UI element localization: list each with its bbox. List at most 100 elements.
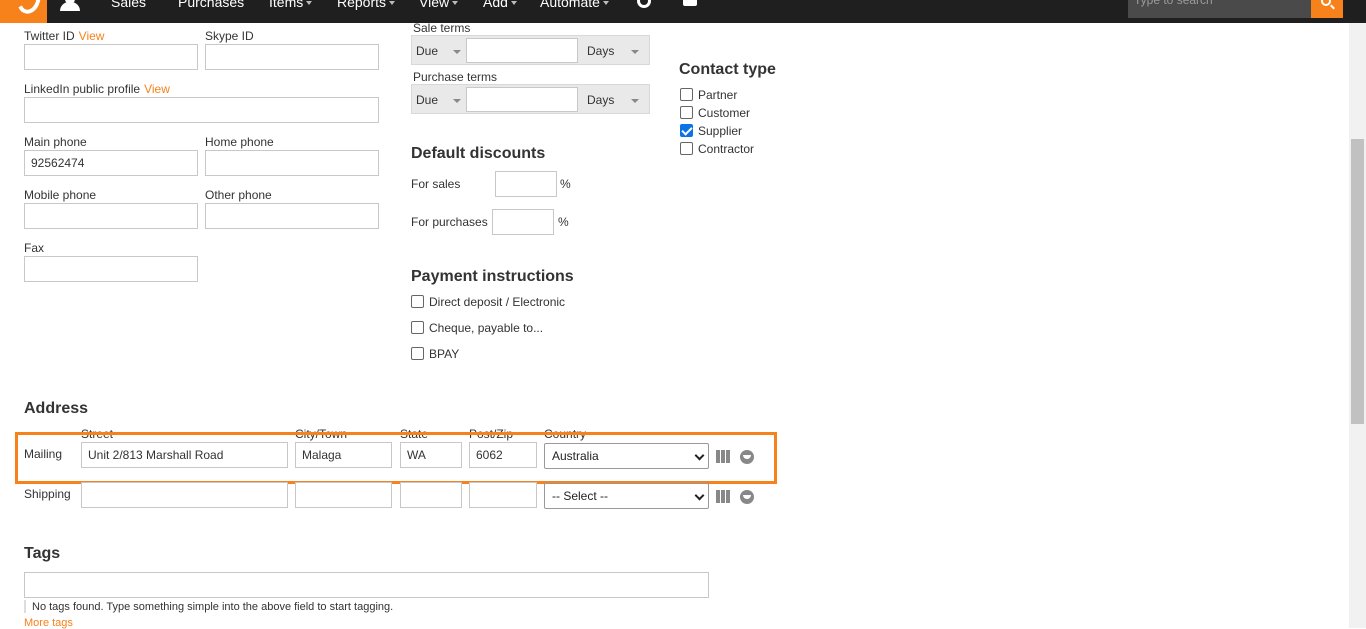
other-phone-label: Other phone <box>205 188 272 202</box>
tags-hint-bar <box>24 600 26 613</box>
linkedin-field[interactable] <box>24 97 379 123</box>
purchase-terms-days-input[interactable] <box>466 87 578 112</box>
customer-label: Customer <box>698 106 751 120</box>
percent-label: % <box>560 177 571 191</box>
bpay-label: BPAY <box>429 347 460 361</box>
shipping-country-value: -- Select -- <box>552 489 609 503</box>
mailing-street-field[interactable]: Unit 2/813 Marshall Road <box>81 442 288 468</box>
sale-terms-days-select[interactable]: Days <box>583 39 649 63</box>
map-icon[interactable] <box>716 450 730 463</box>
nav-sales-label: Sales <box>111 0 147 10</box>
fax-field[interactable] <box>24 256 198 282</box>
twitter-label-text: Twitter ID <box>24 29 75 43</box>
nav-sales[interactable]: Sales <box>111 0 146 10</box>
address-heading: Address <box>24 400 89 417</box>
main-phone-field[interactable]: 92562474 <box>24 150 198 176</box>
mailing-country-select[interactable]: Australia <box>544 443 709 469</box>
mailing-city-field[interactable]: Malaga <box>295 442 392 468</box>
cheque-label: Cheque, payable to... <box>429 321 544 335</box>
nav-reports[interactable]: Reports <box>337 0 396 10</box>
sale-terms-days-input[interactable] <box>466 38 578 63</box>
bell-icon[interactable] <box>683 0 697 6</box>
shipping-street-field[interactable] <box>81 482 288 508</box>
purchases-discount-field[interactable] <box>492 209 554 235</box>
chevron-down-icon <box>306 1 313 6</box>
chevron-down-icon <box>452 1 459 6</box>
app-logo[interactable] <box>0 0 47 23</box>
twitter-id-field[interactable] <box>24 44 198 70</box>
supplier-label: Supplier <box>698 124 743 138</box>
skype-id-field[interactable] <box>205 44 379 70</box>
tags-input[interactable] <box>24 572 709 598</box>
mailing-country-value: Australia <box>552 449 599 463</box>
direct-deposit-label: Direct deposit / Electronic <box>429 295 566 309</box>
sale-terms-days-value: Days <box>587 44 615 58</box>
other-phone-field[interactable] <box>205 203 379 229</box>
tags-heading: Tags <box>24 545 61 562</box>
top-nav-bar: Sales Purchases Items Reports View Add A… <box>0 0 1366 23</box>
shipping-state-field[interactable] <box>400 482 462 508</box>
direct-deposit-checkbox[interactable] <box>411 295 424 308</box>
bpay-checkbox[interactable] <box>411 347 424 360</box>
mailing-post-field[interactable]: 6062 <box>469 442 537 468</box>
copy-address-icon[interactable] <box>740 450 754 464</box>
chevron-down-icon <box>389 1 396 6</box>
fax-label: Fax <box>24 241 45 255</box>
linkedin-label: LinkedIn public profile View <box>24 82 170 96</box>
cheque-checkbox[interactable] <box>411 321 424 334</box>
sales-discount-field[interactable] <box>495 171 557 197</box>
chevron-down-icon <box>694 490 705 501</box>
search-icon <box>1321 0 1331 6</box>
mobile-phone-field[interactable] <box>24 203 198 229</box>
gear-icon[interactable] <box>637 0 651 8</box>
purchase-terms-due-select[interactable]: Due <box>412 88 466 112</box>
partner-checkbox[interactable] <box>680 88 693 101</box>
customer-checkbox[interactable] <box>680 106 693 119</box>
payment-instructions-heading: Payment instructions <box>411 268 574 285</box>
search-button[interactable] <box>1311 0 1343 18</box>
nav-add-label: Add <box>483 0 508 10</box>
chevron-down-icon <box>631 50 639 54</box>
nav-items-label: Items <box>269 0 304 10</box>
nav-add[interactable]: Add <box>483 0 517 10</box>
more-tags-link[interactable]: More tags <box>24 617 73 629</box>
sale-terms-group: Due Days <box>411 35 650 65</box>
search-input[interactable]: Type to search <box>1128 0 1311 18</box>
chevron-down-icon <box>694 450 705 461</box>
mailing-label: Mailing <box>24 447 63 461</box>
for-sales-label: For sales <box>411 177 461 191</box>
nav-view[interactable]: View <box>419 0 459 10</box>
contractor-label: Contractor <box>698 142 755 156</box>
nav-items[interactable]: Items <box>269 0 313 10</box>
map-icon[interactable] <box>716 490 730 503</box>
nav-automate[interactable]: Automate <box>540 0 609 10</box>
linkedin-view-link[interactable]: View <box>144 82 170 96</box>
chevron-down-icon <box>453 99 461 103</box>
skype-label: Skype ID <box>205 29 254 43</box>
copy-address-icon[interactable] <box>740 490 754 504</box>
scrollbar-thumb[interactable] <box>1351 139 1364 424</box>
sale-terms-due-select[interactable]: Due <box>412 39 466 63</box>
user-icon[interactable] <box>58 0 82 11</box>
mailing-state-field[interactable]: WA <box>400 442 462 468</box>
chevron-down-icon <box>631 99 639 103</box>
shipping-city-field[interactable] <box>295 482 392 508</box>
partner-label: Partner <box>698 88 738 102</box>
main-phone-label: Main phone <box>24 135 87 149</box>
nav-reports-label: Reports <box>337 0 387 10</box>
shipping-country-select[interactable]: -- Select -- <box>544 483 709 509</box>
nav-purchases[interactable]: Purchases <box>178 0 244 10</box>
twitter-view-link[interactable]: View <box>79 29 105 43</box>
for-purchases-label: For purchases <box>411 215 488 229</box>
purchase-terms-label: Purchase terms <box>413 70 498 84</box>
home-phone-field[interactable] <box>205 150 379 176</box>
linkedin-label-text: LinkedIn public profile <box>24 82 141 96</box>
contractor-checkbox[interactable] <box>680 142 693 155</box>
home-phone-label: Home phone <box>205 135 274 149</box>
default-discounts-heading: Default discounts <box>411 145 546 162</box>
shipping-label: Shipping <box>24 487 71 501</box>
purchase-terms-days-select[interactable]: Days <box>583 88 649 112</box>
supplier-checkbox[interactable] <box>680 124 693 137</box>
shipping-post-field[interactable] <box>469 482 537 508</box>
sale-terms-due-value: Due <box>416 44 439 58</box>
